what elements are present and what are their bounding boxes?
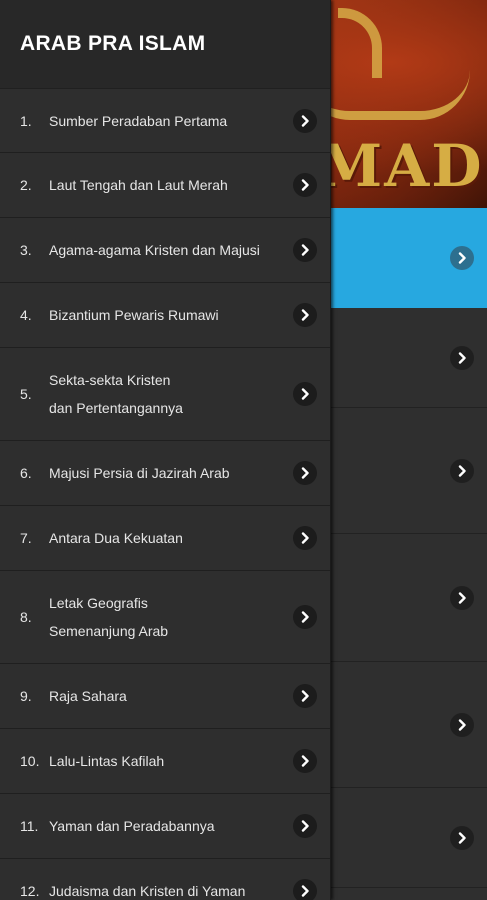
chevron-right-icon (293, 684, 317, 708)
chevron-right-icon (293, 303, 317, 327)
chevron-right-icon (293, 879, 317, 900)
drawer-title: ARAB PRA ISLAM (20, 32, 206, 55)
menu-item-number: 1. (20, 112, 32, 129)
drawer-menu-item[interactable]: 6. Majusi Persia di Jazirah Arab (0, 441, 330, 506)
menu-item-number: 6. (20, 465, 32, 481)
chevron-right-icon (293, 814, 317, 838)
chevron-right-icon (450, 458, 474, 483)
drawer-menu-list: 1. Sumber Peradaban Pertama 2. Laut Tengah … (0, 89, 330, 900)
drawer-menu-item[interactable]: 5. Sekta-sekta Kristen dan Pertentanganny… (0, 348, 330, 441)
chevron-right-icon (293, 605, 317, 629)
chevron-right-icon (450, 585, 474, 610)
drawer-menu-item[interactable]: 8. Letak Geografis Semenanjung Arab (0, 571, 330, 664)
menu-item-number: 10. (20, 753, 40, 769)
menu-item-label: Yaman dan Peradabannya (49, 818, 215, 834)
menu-item-label: Sumber Peradaban Pertama (49, 112, 228, 129)
chevron-right-icon (293, 108, 317, 133)
chevron-right-icon (450, 712, 474, 737)
chevron-right-icon (450, 345, 474, 370)
menu-item-number: 12. (20, 883, 40, 899)
hero-banner-text: MAD (318, 132, 484, 200)
chevron-right-icon (293, 749, 317, 773)
hero-calligraphy-stroke (338, 8, 382, 78)
menu-item-label: Bizantium Pewaris Rumawi (49, 307, 219, 323)
menu-item-number: 3. (20, 242, 32, 258)
menu-item-label: Letak Geografis Semenanjung Arab (49, 595, 169, 639)
menu-item-number: 4. (20, 307, 32, 323)
drawer-menu-item[interactable]: 7. Antara Dua Kekuatan (0, 506, 330, 571)
drawer-menu-item[interactable]: 11. Yaman dan Peradabannya (0, 794, 330, 859)
menu-item-label: Antara Dua Kekuatan (49, 530, 183, 546)
drawer-menu-item[interactable]: 10. Lalu-Lintas Kafilah (0, 729, 330, 794)
drawer-menu-item[interactable]: 12. Judaisma dan Kristen di Yaman (0, 859, 330, 900)
chevron-right-icon (293, 461, 317, 485)
menu-item-label: Sekta-sekta Kristen dan Pertentangannya (49, 372, 183, 416)
menu-item-number: 2. (20, 177, 32, 193)
chevron-right-icon (293, 382, 317, 406)
menu-item-number: 8. (20, 609, 32, 625)
drawer-menu-item[interactable]: 2. Laut Tengah dan Laut Merah (0, 153, 330, 218)
menu-item-number: 9. (20, 688, 32, 704)
menu-item-label: Lalu-Lintas Kafilah (49, 753, 165, 769)
chevron-right-icon (450, 825, 474, 850)
drawer-menu-item[interactable]: 1. Sumber Peradaban Pertama (0, 89, 330, 153)
menu-item-number: 11. (20, 818, 39, 834)
chevron-right-icon (293, 173, 317, 197)
navigation-drawer: ARAB PRA ISLAM 1. Sumber Peradaban Pertam… (0, 0, 331, 900)
drawer-menu-item[interactable]: 4. Bizantium Pewaris Rumawi (0, 283, 330, 348)
menu-item-label: Agama-agama Kristen dan Majusi (49, 242, 260, 258)
drawer-header: ARAB PRA ISLAM (0, 0, 330, 89)
menu-item-label: Laut Tengah dan Laut Merah (49, 177, 228, 193)
menu-item-label: Judaisma dan Kristen di Yaman (49, 883, 246, 899)
menu-item-number: 7. (20, 530, 32, 546)
chevron-right-icon (450, 246, 474, 270)
menu-item-label: Raja Sahara (49, 688, 127, 704)
chevron-right-icon (293, 238, 317, 262)
drawer-menu-item[interactable]: 9. Raja Sahara (0, 664, 330, 729)
chevron-right-icon (293, 526, 317, 550)
menu-item-number: 5. (20, 386, 32, 402)
drawer-menu-item[interactable]: 3. Agama-agama Kristen dan Majusi (0, 218, 330, 283)
menu-item-label: Majusi Persia di Jazirah Arab (49, 465, 230, 481)
